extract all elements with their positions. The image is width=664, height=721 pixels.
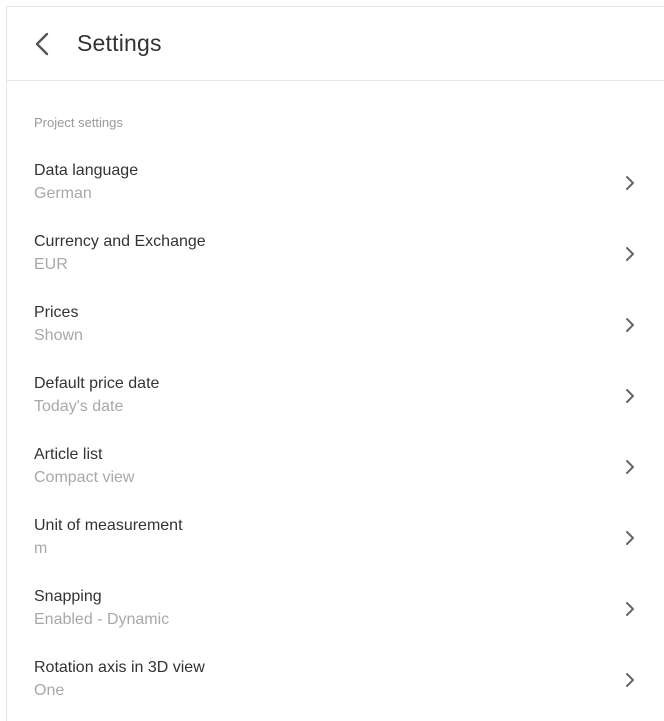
settings-list: Data language German Currency and Exchan… — [7, 161, 664, 721]
settings-item-value: Enabled - Dynamic — [34, 611, 170, 628]
settings-item-prices[interactable]: Prices Shown — [7, 303, 664, 374]
settings-item-label: Prices — [34, 304, 79, 321]
back-button[interactable] — [29, 29, 55, 59]
settings-item-value: One — [34, 682, 65, 699]
settings-item-value: EUR — [34, 256, 68, 273]
settings-item-data-language[interactable]: Data language German — [7, 161, 664, 232]
settings-item-default-price-date[interactable]: Default price date Today's date — [7, 374, 664, 445]
settings-item-label: Article list — [34, 446, 103, 463]
page-title: Settings — [77, 30, 162, 56]
settings-item-label: Unit of measurement — [34, 517, 183, 534]
settings-item-unit-of-measurement[interactable]: Unit of measurement m — [7, 516, 664, 587]
settings-item-value: Shown — [34, 327, 83, 344]
settings-item-value: Compact view — [34, 469, 135, 486]
chevron-right-icon — [624, 316, 636, 334]
settings-panel: Settings Project settings Data language … — [6, 6, 664, 721]
header: Settings — [7, 7, 664, 81]
settings-item-currency[interactable]: Currency and Exchange EUR — [7, 232, 664, 303]
settings-item-label: Default price date — [34, 375, 160, 392]
settings-item-label: Currency and Exchange — [34, 233, 206, 250]
settings-item-article-list[interactable]: Article list Compact view — [7, 445, 664, 516]
settings-item-rotation-axis[interactable]: Rotation axis in 3D view One — [7, 658, 664, 721]
chevron-left-icon — [35, 32, 49, 55]
chevron-right-icon — [624, 458, 636, 476]
settings-item-snapping[interactable]: Snapping Enabled - Dynamic — [7, 587, 664, 658]
chevron-right-icon — [624, 245, 636, 263]
chevron-right-icon — [624, 529, 636, 547]
settings-item-label: Snapping — [34, 588, 102, 605]
section-label: Project settings — [34, 115, 123, 130]
settings-item-value: Today's date — [34, 398, 124, 415]
settings-item-value: German — [34, 185, 92, 202]
chevron-right-icon — [624, 600, 636, 618]
chevron-right-icon — [624, 174, 636, 192]
chevron-right-icon — [624, 387, 636, 405]
settings-item-label: Rotation axis in 3D view — [34, 659, 205, 676]
settings-item-value: m — [34, 540, 48, 557]
settings-item-label: Data language — [34, 162, 139, 179]
chevron-right-icon — [624, 671, 636, 689]
